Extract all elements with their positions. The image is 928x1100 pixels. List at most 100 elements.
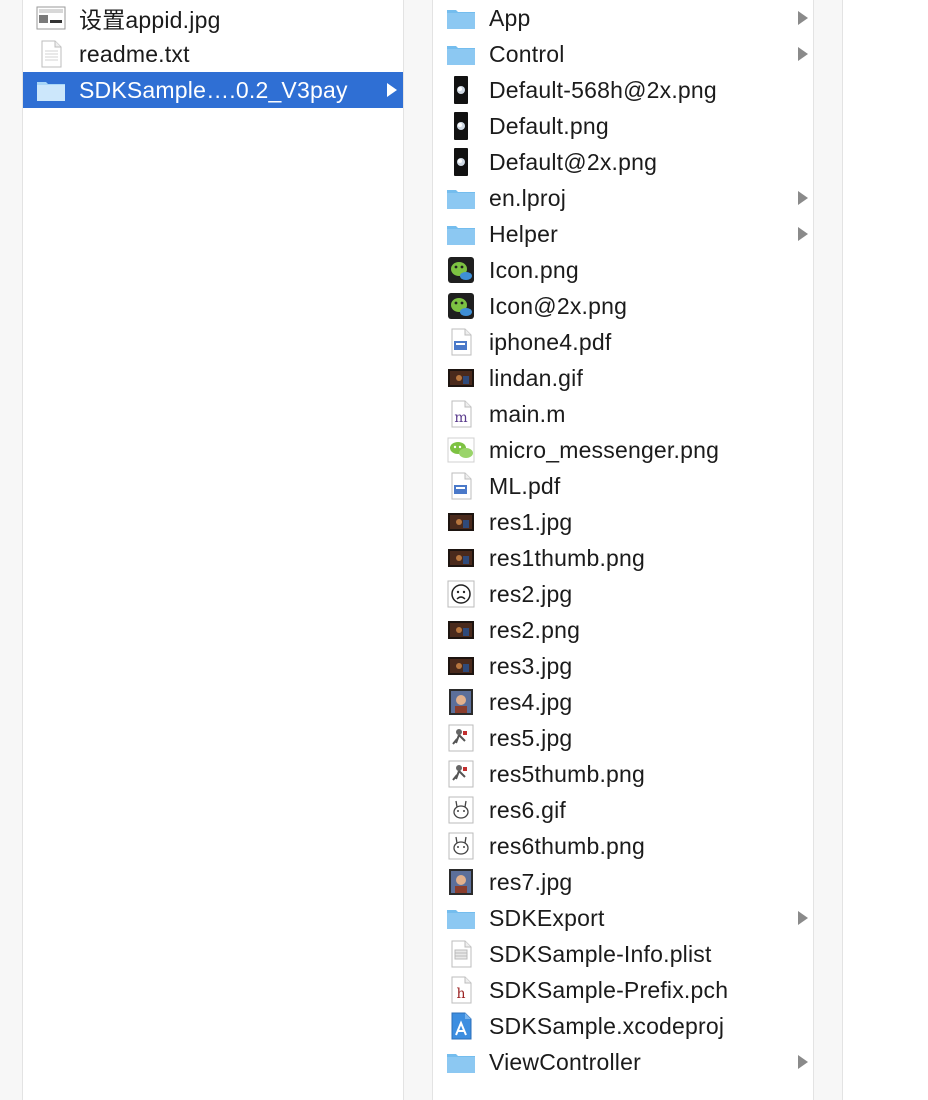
item-name: iphone4.pdf — [489, 328, 612, 355]
file-row[interactable]: Icon.png — [433, 252, 813, 288]
portrait-thumbnail-icon — [446, 687, 476, 717]
column-gutter — [403, 0, 433, 1100]
file-row[interactable]: iphone4.pdf — [433, 324, 813, 360]
item-name: SDKSample-Prefix.pch — [489, 976, 729, 1003]
svg-text:m: m — [454, 410, 467, 426]
item-name: SDKSample-Info.plist — [489, 940, 712, 967]
item-name: res2.png — [489, 616, 581, 643]
column-divider[interactable] — [813, 0, 814, 1100]
file-row[interactable]: SDKSample.xcodeproj — [433, 1008, 813, 1044]
folder-icon — [446, 183, 476, 213]
item-name: readme.txt — [79, 40, 190, 67]
item-name: res2.jpg — [489, 580, 573, 607]
column-gutter — [813, 0, 843, 1100]
photo-thumbnail-icon — [446, 651, 476, 681]
cartoon-thumbnail-icon — [446, 795, 476, 825]
item-name: Icon.png — [489, 256, 579, 283]
photo-thumbnail-icon — [446, 615, 476, 645]
item-name: Control — [489, 40, 565, 67]
item-name: res5.jpg — [489, 724, 573, 751]
folder-row[interactable]: SDKSample….0.2_V3pay — [23, 72, 403, 108]
item-name: Default-568h@2x.png — [489, 76, 717, 103]
figure-thumbnail-icon — [446, 723, 476, 753]
svg-text:h: h — [456, 986, 465, 1002]
wechat-logo-icon — [446, 435, 476, 465]
item-name: res1.jpg — [489, 508, 573, 535]
folder-row[interactable]: en.lproj — [433, 180, 813, 216]
file-row[interactable]: res7.jpg — [433, 864, 813, 900]
file-row[interactable]: res6thumb.png — [433, 828, 813, 864]
item-name: ViewController — [489, 1048, 641, 1075]
folder-row[interactable]: Control — [433, 36, 813, 72]
folder-icon — [446, 903, 476, 933]
phone-image-icon — [446, 147, 476, 177]
text-file-icon — [36, 39, 66, 69]
file-row[interactable]: 设置appid.jpg — [23, 0, 403, 36]
file-row[interactable]: Default-568h@2x.png — [433, 72, 813, 108]
file-row[interactable]: ML.pdf — [433, 468, 813, 504]
file-row[interactable]: res5thumb.png — [433, 756, 813, 792]
file-row[interactable]: res4.jpg — [433, 684, 813, 720]
photo-thumbnail-icon — [446, 507, 476, 537]
file-row[interactable]: res2.jpg — [433, 576, 813, 612]
photo-thumbnail-icon — [446, 543, 476, 573]
item-name: res7.jpg — [489, 868, 573, 895]
file-row[interactable]: res5.jpg — [433, 720, 813, 756]
item-name: res6.gif — [489, 796, 567, 823]
phone-image-icon — [446, 75, 476, 105]
file-row[interactable]: lindan.gif — [433, 360, 813, 396]
folder-icon — [446, 3, 476, 33]
folder-row[interactable]: SDKExport — [433, 900, 813, 936]
item-name: res5thumb.png — [489, 760, 646, 787]
file-row[interactable]: Default@2x.png — [433, 144, 813, 180]
item-name: SDKSample….0.2_V3pay — [79, 76, 348, 103]
item-name: 设置appid.jpg — [79, 7, 221, 33]
item-name: en.lproj — [489, 184, 567, 211]
file-row[interactable]: res3.jpg — [433, 648, 813, 684]
xcodeproj-icon — [446, 1011, 476, 1041]
file-row[interactable]: h SDKSample-Prefix.pch — [433, 972, 813, 1008]
objc-source-icon: m — [446, 399, 476, 429]
folder-icon — [446, 39, 476, 69]
column-divider[interactable] — [403, 0, 404, 1100]
header-file-icon: h — [446, 975, 476, 1005]
item-name: lindan.gif — [489, 364, 584, 391]
plist-file-icon — [446, 939, 476, 969]
item-name: res4.jpg — [489, 688, 573, 715]
file-row[interactable]: micro_messenger.png — [433, 432, 813, 468]
phone-image-icon — [446, 111, 476, 141]
item-name: App — [489, 4, 531, 31]
file-row[interactable]: Icon@2x.png — [433, 288, 813, 324]
file-row[interactable]: res6.gif — [433, 792, 813, 828]
item-name: main.m — [489, 400, 566, 427]
pdf-file-icon — [446, 327, 476, 357]
wechat-app-icon — [446, 291, 476, 321]
folder-icon — [446, 219, 476, 249]
item-name: res6thumb.png — [489, 832, 646, 859]
file-row[interactable]: readme.txt — [23, 36, 403, 72]
item-name: micro_messenger.png — [489, 436, 720, 463]
column-middle: App Control Default-568h@2x.png Default.png… — [433, 0, 813, 1100]
sad-face-image-icon — [446, 579, 476, 609]
item-name: Default.png — [489, 112, 609, 139]
folder-row[interactable]: App — [433, 0, 813, 36]
cartoon-thumbnail-icon — [446, 831, 476, 861]
item-name: Default@2x.png — [489, 148, 658, 175]
file-row[interactable]: res1.jpg — [433, 504, 813, 540]
file-row[interactable]: Default.png — [433, 108, 813, 144]
finder-column-view: 设置appid.jpg readme.txt SDKSample….0.2_V3pa… — [0, 0, 928, 1100]
file-row[interactable]: res2.png — [433, 612, 813, 648]
folder-row[interactable]: Helper — [433, 216, 813, 252]
file-row[interactable]: SDKSample-Info.plist — [433, 936, 813, 972]
portrait-thumbnail-icon — [446, 867, 476, 897]
file-row[interactable]: m main.m — [433, 396, 813, 432]
item-name: SDKSample.xcodeproj — [489, 1012, 725, 1039]
item-name: SDKExport — [489, 904, 605, 931]
folder-icon — [446, 1047, 476, 1077]
image-icon — [36, 3, 66, 33]
folder-row[interactable]: ViewController — [433, 1044, 813, 1080]
wechat-app-icon — [446, 255, 476, 285]
column-left: 设置appid.jpg readme.txt SDKSample….0.2_V3pa… — [23, 0, 403, 1100]
figure-thumbnail-icon — [446, 759, 476, 789]
file-row[interactable]: res1thumb.png — [433, 540, 813, 576]
